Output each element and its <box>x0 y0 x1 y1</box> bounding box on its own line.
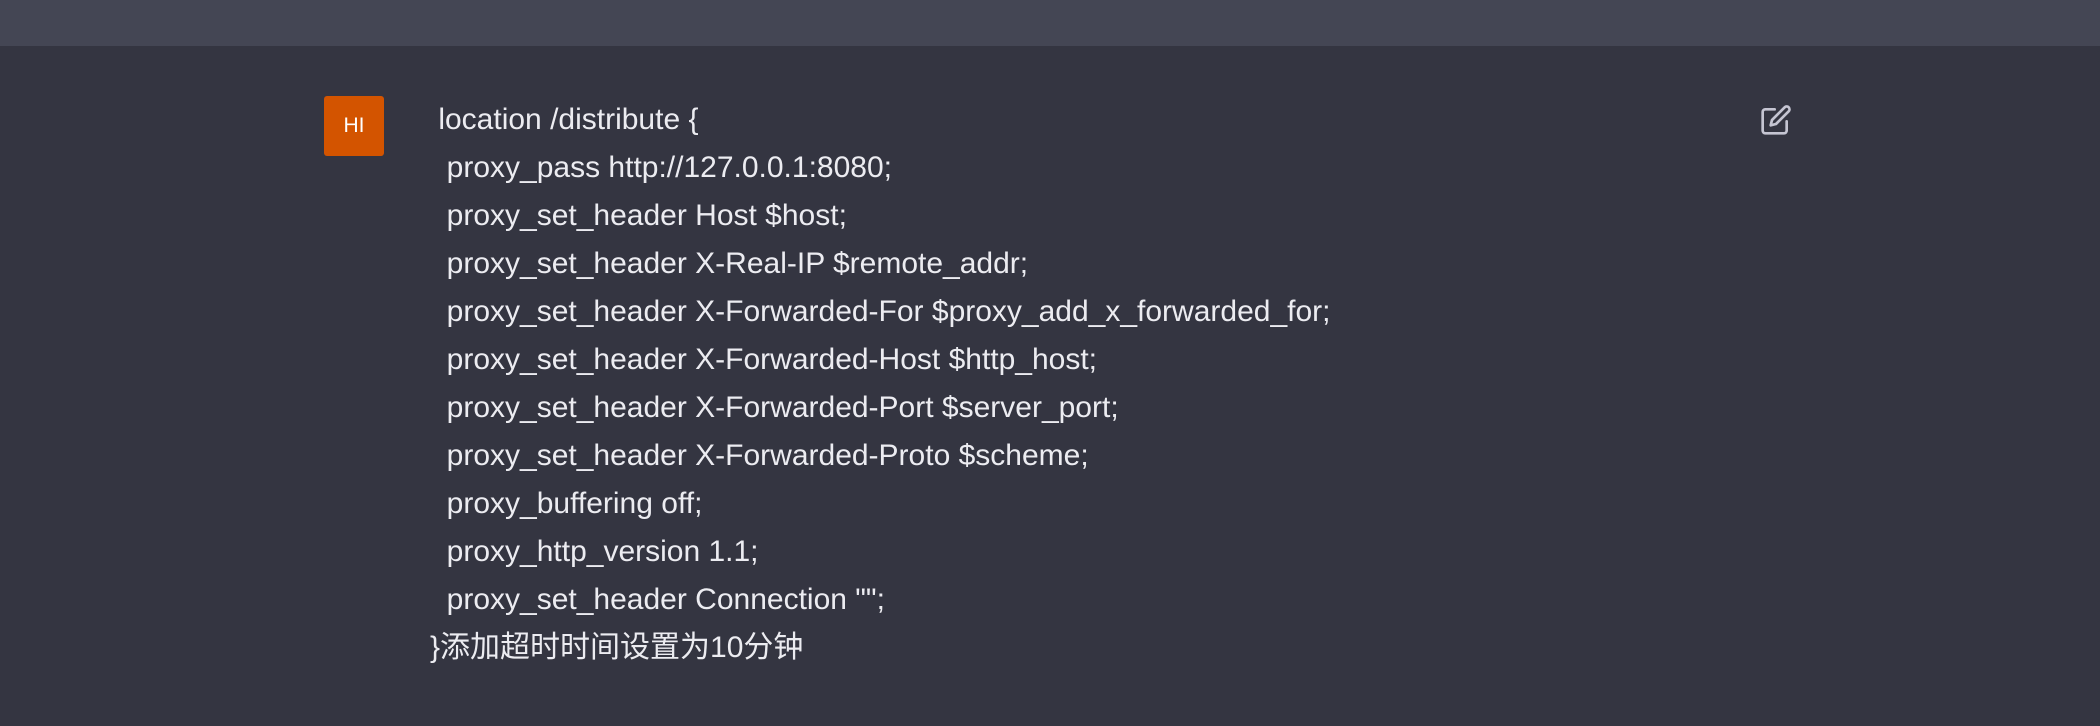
message-line: location /distribute { <box>430 103 699 136</box>
top-bar <box>0 0 2100 46</box>
message-line: proxy_set_header X-Forwarded-Host $http_… <box>430 343 1098 376</box>
avatar-initials: HI <box>343 114 365 137</box>
message-line: proxy_set_header Connection ""; <box>430 583 885 616</box>
message-line: }添加超时时间设置为10分钟 <box>430 631 804 664</box>
message-line: proxy_buffering off; <box>430 487 703 520</box>
edit-message-button[interactable] <box>1758 102 1794 138</box>
message-line: proxy_set_header Host $host; <box>430 199 847 232</box>
user-message-text: location /distribute { proxy_pass http:/… <box>430 96 1330 672</box>
message-line: proxy_set_header X-Forwarded-For $proxy_… <box>430 295 1331 328</box>
user-avatar: HI <box>324 96 384 156</box>
message-line: proxy_http_version 1.1; <box>430 535 759 568</box>
message-line: proxy_set_header X-Real-IP $remote_addr; <box>430 247 1029 280</box>
message-line: proxy_set_header X-Forwarded-Port $serve… <box>430 391 1119 424</box>
message-line: proxy_set_header X-Forwarded-Proto $sche… <box>430 439 1089 472</box>
user-message-row: HI location /distribute { proxy_pass htt… <box>0 46 2100 726</box>
edit-icon <box>1761 105 1791 135</box>
message-line: proxy_pass http://127.0.0.1:8080; <box>430 151 892 184</box>
